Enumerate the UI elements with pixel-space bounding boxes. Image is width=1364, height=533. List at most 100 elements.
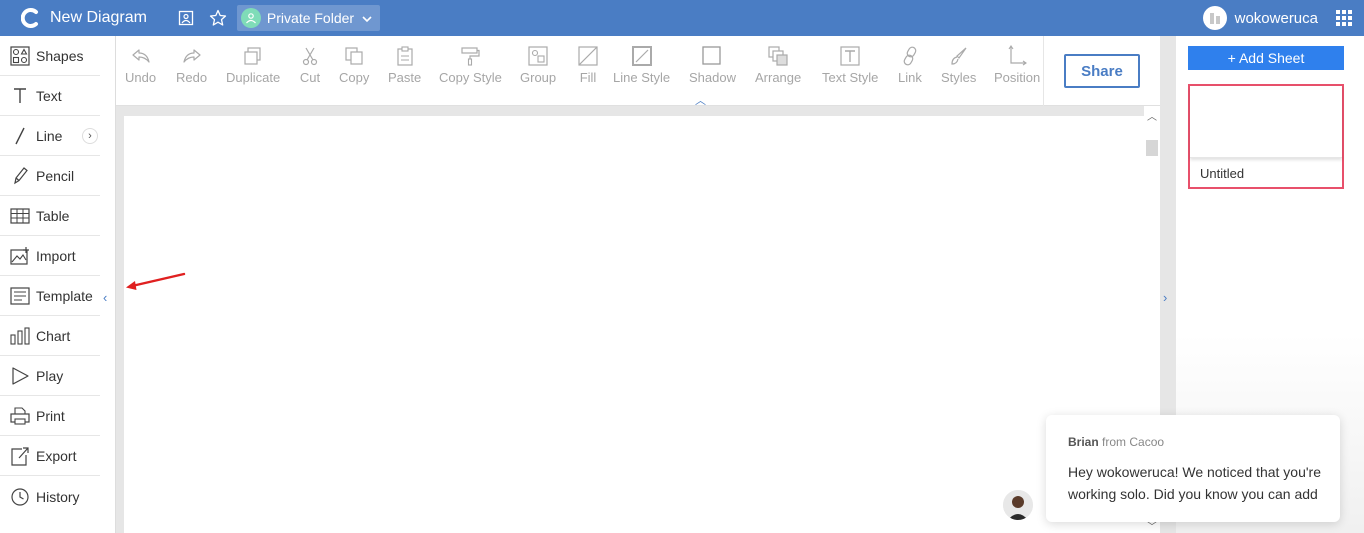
sidebar-item-table[interactable]: Table [0, 196, 100, 236]
line-style-icon [631, 44, 653, 68]
collapse-right-panel-chevron-icon[interactable]: › [1163, 290, 1167, 305]
collapse-sidebar-chevron-left-icon[interactable]: ‹ [103, 290, 107, 305]
tool-label: Link [898, 70, 922, 85]
shadow-icon [701, 44, 723, 68]
sidebar-item-line[interactable]: Line › [0, 116, 100, 156]
sheet-thumbnail[interactable]: Untitled [1188, 84, 1344, 189]
top-bar: New Diagram Private Folder wokoweruca [0, 0, 1364, 36]
redo-button[interactable]: Redo [176, 44, 207, 90]
chat-avatar[interactable] [1003, 490, 1033, 520]
template-icon [10, 286, 30, 306]
tool-label: Arrange [755, 70, 802, 85]
sidebar-item-template[interactable]: Template [0, 276, 100, 316]
brush-icon [948, 44, 970, 68]
tool-label: Copy Style [439, 70, 502, 85]
star-icon[interactable] [207, 7, 229, 29]
chevron-right-icon[interactable]: › [82, 128, 98, 144]
chat-sender-name: Brian [1068, 435, 1099, 449]
fill-button[interactable]: Fill [577, 44, 599, 90]
canvas-area: ︿ ﹀ [116, 106, 1160, 533]
arrange-button[interactable]: Arrange [755, 44, 801, 90]
paste-button[interactable]: Paste [388, 44, 421, 90]
copy-button[interactable]: Copy [339, 44, 369, 90]
chat-sender: Brian from Cacoo [1068, 435, 1164, 449]
styles-button[interactable]: Styles [941, 44, 976, 90]
folder-label: Private Folder [266, 10, 355, 26]
paint-roller-icon [459, 44, 481, 68]
sidebar-item-text[interactable]: Text [0, 76, 100, 116]
diagram-title[interactable]: New Diagram [50, 9, 147, 27]
user-avatar[interactable] [1202, 6, 1227, 30]
tool-label: Paste [388, 70, 422, 85]
copy-style-button[interactable]: Copy Style [439, 44, 502, 90]
sidebar-item-import[interactable]: Import [0, 236, 100, 276]
sidebar-item-label: Table [36, 207, 70, 224]
group-button[interactable]: Group [520, 44, 556, 90]
username[interactable]: wokoweruca [1235, 10, 1318, 27]
sheet-preview [1190, 86, 1342, 158]
line-style-button[interactable]: Line Style [613, 44, 670, 90]
chat-message: Hey wokoweruca! We noticed that you're w… [1068, 464, 1321, 502]
copy-icon [343, 44, 365, 68]
sidebar-item-print[interactable]: Print [0, 396, 100, 436]
text-style-button[interactable]: Text Style [822, 44, 878, 90]
tool-label: Text Style [822, 70, 879, 85]
sidebar-item-export[interactable]: Export [0, 436, 100, 476]
cut-button[interactable]: Cut [299, 44, 321, 90]
image-import-icon [10, 246, 30, 266]
toolbar-divider [1043, 36, 1044, 106]
diagram-info-icon[interactable] [175, 7, 197, 29]
chat-message-popup[interactable]: Brian from Cacoo Hey wokoweruca! We noti… [1046, 415, 1340, 522]
folder-selector[interactable]: Private Folder [236, 5, 381, 31]
link-button[interactable]: Link [898, 44, 922, 90]
group-icon [527, 44, 549, 68]
tool-label: Redo [176, 70, 208, 85]
sidebar-item-label: Text [36, 87, 62, 104]
sidebar-item-label: Chart [36, 327, 71, 344]
duplicate-button[interactable]: Duplicate [226, 44, 280, 90]
drawing-canvas[interactable] [124, 116, 1144, 533]
duplicate-icon [242, 44, 264, 68]
scroll-up-icon[interactable]: ︿ [1147, 108, 1157, 123]
shapes-icon [10, 45, 30, 66]
add-sheet-button[interactable]: + Add Sheet [1188, 46, 1344, 70]
tool-label: Cut [299, 70, 321, 85]
sidebar-item-label: Export [36, 447, 77, 464]
scrollbar-thumb[interactable] [1146, 140, 1158, 156]
sidebar-item-play[interactable]: Play [0, 356, 100, 396]
tool-label: Fill [579, 70, 597, 85]
sidebar-item-label: Pencil [36, 167, 75, 184]
share-button[interactable]: Share [1064, 54, 1140, 88]
line-icon [10, 126, 30, 146]
chevron-down-icon [362, 10, 372, 26]
undo-button[interactable]: Undo [125, 44, 156, 90]
sidebar-item-shapes[interactable]: Shapes [0, 36, 100, 76]
left-sidebar: Shapes Text Line › Pencil Table Import T… [0, 36, 116, 533]
cacoo-logo-icon[interactable] [12, 0, 48, 36]
play-icon [10, 366, 30, 386]
scissors-icon [299, 44, 321, 68]
fill-icon [577, 44, 599, 68]
sidebar-item-label: Template [36, 287, 93, 304]
export-icon [10, 446, 30, 466]
text-style-icon [839, 44, 861, 68]
sidebar-item-pencil[interactable]: Pencil [0, 156, 100, 196]
sheet-name: Untitled [1200, 166, 1245, 181]
toolbar: Undo Redo Duplicate Cut Copy Paste Copy … [116, 36, 1160, 107]
print-icon [10, 406, 30, 426]
sidebar-item-history[interactable]: History [0, 477, 100, 517]
folder-avatar-icon [240, 8, 261, 28]
tool-label: Copy [339, 70, 370, 85]
text-icon [10, 86, 30, 106]
annotation-arrow-icon [126, 272, 186, 290]
sidebar-item-chart[interactable]: Chart [0, 316, 100, 356]
tool-label: Line Style [613, 70, 671, 85]
tool-label: Position [994, 70, 1041, 85]
position-button[interactable]: Position [994, 44, 1040, 90]
apps-grid-icon[interactable] [1336, 10, 1352, 26]
bar-chart-icon [10, 326, 30, 346]
clipboard-icon [394, 44, 416, 68]
sidebar-item-label: Play [36, 367, 64, 384]
tool-label: Undo [125, 70, 157, 85]
shadow-button[interactable]: Shadow [689, 44, 736, 90]
